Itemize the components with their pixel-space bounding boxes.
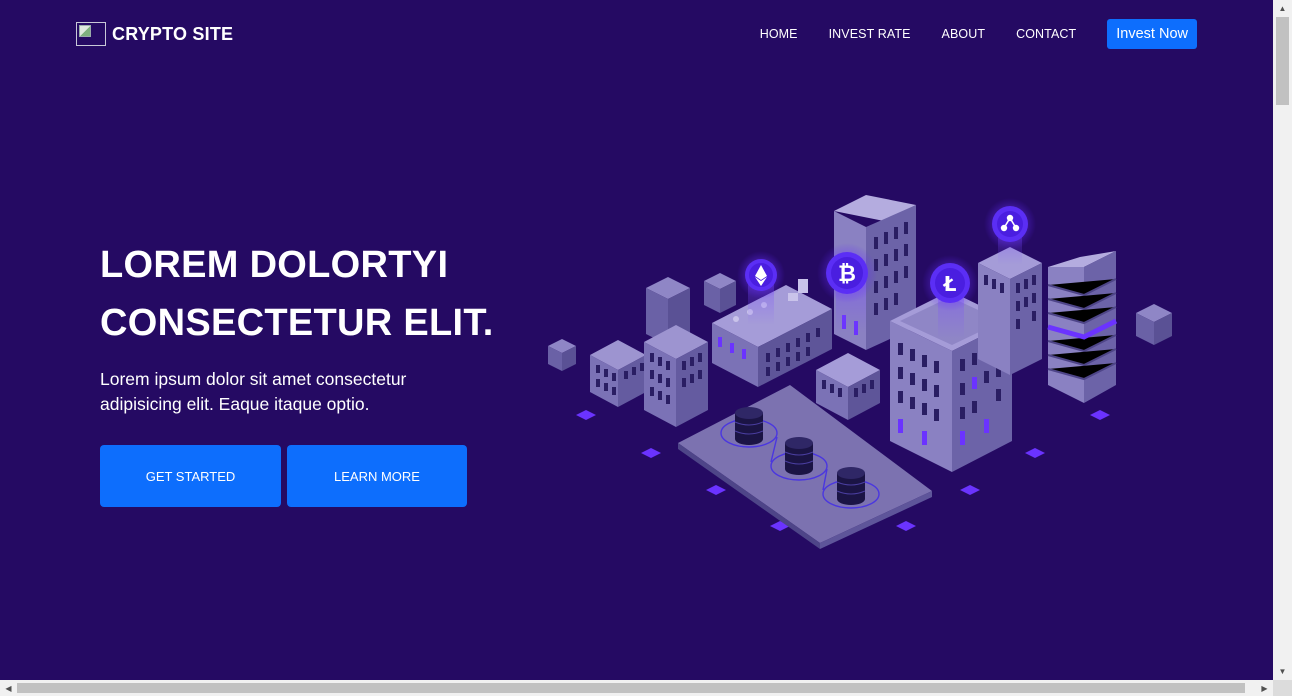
building-right bbox=[978, 247, 1042, 375]
vertical-scroll-thumb[interactable] bbox=[1276, 17, 1289, 105]
buildings-left bbox=[590, 325, 708, 427]
horizontal-scroll-thumb[interactable] bbox=[17, 683, 1245, 693]
database-icon bbox=[784, 437, 814, 475]
vertical-scrollbar[interactable]: ▲ ▼ bbox=[1273, 0, 1292, 680]
nav-link-about[interactable]: ABOUT bbox=[942, 27, 986, 41]
scroll-down-arrow-icon[interactable]: ▼ bbox=[1273, 663, 1292, 680]
building-stacked bbox=[1047, 251, 1118, 403]
hero-title-line-2: CONSECTETUR ELIT. bbox=[100, 302, 494, 344]
brand[interactable]: CRYPTO SITE bbox=[76, 22, 233, 46]
horizontal-scrollbar[interactable]: ◀ ▶ bbox=[0, 680, 1273, 696]
svg-text:Ł: Ł bbox=[943, 272, 957, 296]
broken-image-icon bbox=[76, 22, 106, 46]
invest-now-button[interactable]: Invest Now bbox=[1107, 19, 1197, 49]
hero-description: Lorem ipsum dolor sit amet consectetur a… bbox=[100, 369, 407, 414]
nav-link-invest-rate[interactable]: INVEST RATE bbox=[829, 27, 911, 41]
scroll-left-arrow-icon[interactable]: ◀ bbox=[0, 680, 17, 696]
ripple-icon bbox=[984, 198, 1036, 265]
svg-text:₿: ₿ bbox=[838, 262, 856, 287]
brand-name: CRYPTO SITE bbox=[112, 23, 234, 44]
nav-link-home[interactable]: HOME bbox=[760, 27, 798, 41]
page-viewport: CRYPTO SITE HOME INVEST RATE ABOUT CONTA… bbox=[0, 0, 1273, 680]
database-icon bbox=[734, 407, 764, 445]
scroll-right-arrow-icon[interactable]: ▶ bbox=[1256, 680, 1273, 696]
learn-more-button[interactable]: LEARN MORE bbox=[287, 445, 467, 507]
hero-title-line-1: LOREM DOLORTYI bbox=[100, 244, 449, 286]
hero-title: LOREM DOLORTYI CONSECTETUR ELIT. bbox=[100, 236, 520, 352]
scrollbar-corner bbox=[1273, 680, 1292, 696]
nav-link-contact[interactable]: CONTACT bbox=[1016, 27, 1076, 41]
database-icon bbox=[836, 467, 866, 505]
get-started-button[interactable]: GET STARTED bbox=[100, 445, 281, 507]
crypto-city-illustration: ₿ Ł bbox=[548, 195, 1172, 549]
building-small bbox=[816, 353, 880, 420]
nav-links: HOME INVEST RATE ABOUT CONTACT Invest No… bbox=[760, 19, 1197, 49]
scroll-up-arrow-icon[interactable]: ▲ bbox=[1273, 0, 1292, 17]
navbar: CRYPTO SITE HOME INVEST RATE ABOUT CONTA… bbox=[0, 0, 1273, 70]
